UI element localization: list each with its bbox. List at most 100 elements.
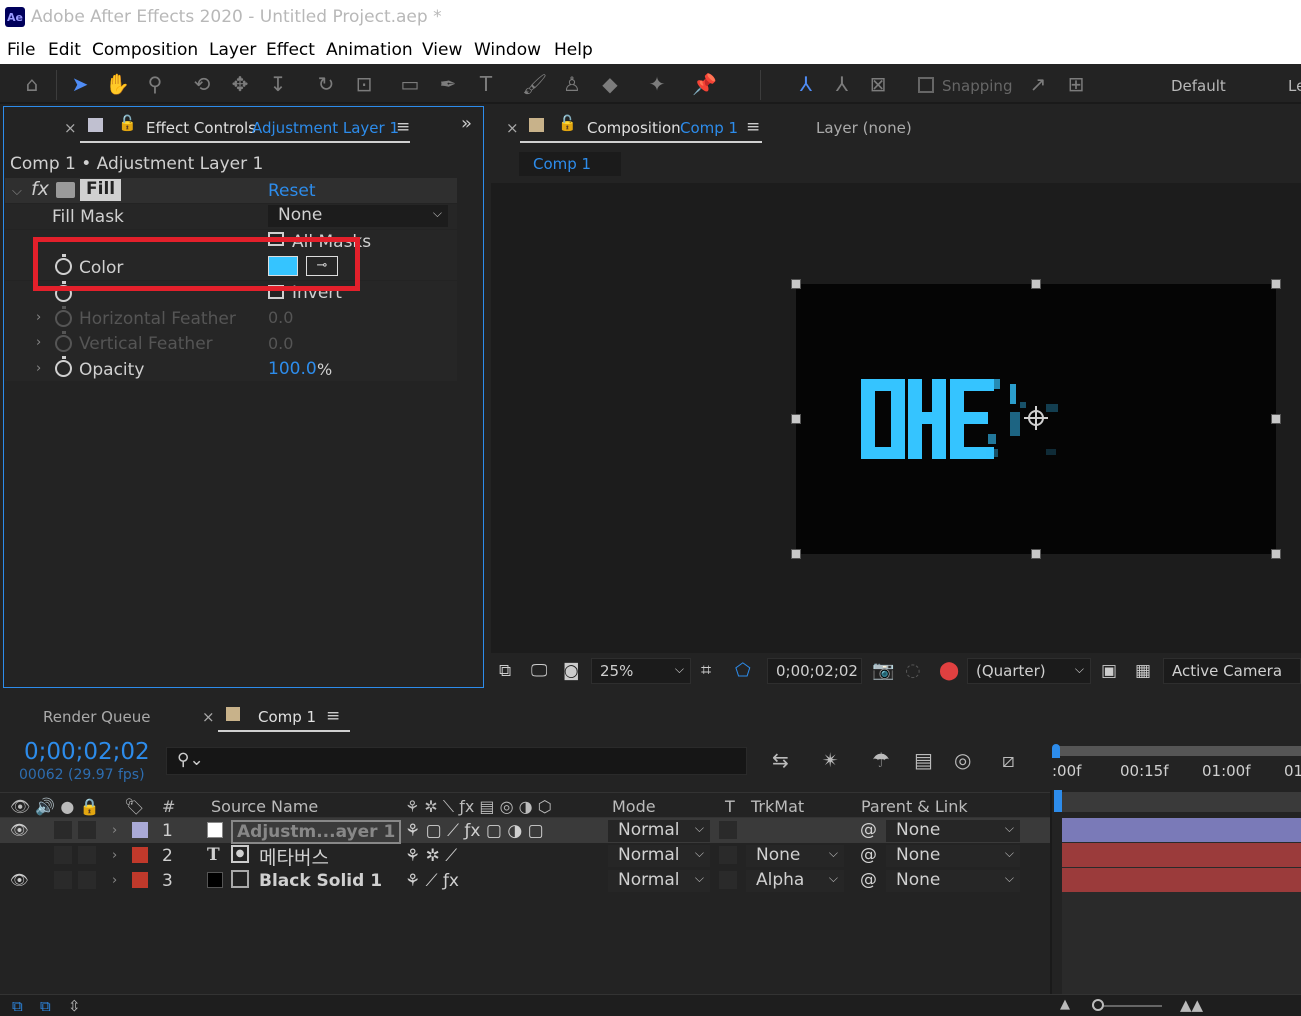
orbit-camera-icon[interactable]: ⟲ [190,74,214,94]
pen-tool-icon[interactable]: ✒ [436,74,460,94]
zoom-tool-icon[interactable]: ⚲ [143,74,167,94]
lock-icon[interactable]: 🔓 [118,114,137,132]
snapshot-camera-icon[interactable]: 📷 [872,660,894,681]
channel-color-icon[interactable]: ⬤ [939,660,959,681]
selection-tool-icon[interactable]: ➤ [68,74,92,94]
clone-stamp-tool-icon[interactable]: ♙ [560,74,584,94]
source-name-header[interactable]: Source Name [211,797,318,816]
graph-editor-icon[interactable]: ⧄ [1002,748,1015,772]
fx-toggle-icon[interactable]: fx [31,178,49,200]
layer-mode-dropdown[interactable]: Normal ⌵ [608,870,710,892]
collapse-chevron-icon[interactable]: ⌵ [12,184,22,199]
layer-switches[interactable]: ⚘ ⟋ ƒx [405,871,459,891]
layer-duration-bar[interactable] [1062,818,1301,842]
panel-overflow-icon[interactable]: » [461,113,472,134]
transform-handle-left[interactable] [791,414,801,424]
fill-mask-dropdown[interactable]: None ⌵ [268,205,448,227]
transfer-controls-toggle-icon[interactable]: ⧉ [40,997,51,1015]
rectangle-tool-icon[interactable]: ▭ [398,74,422,94]
audio-switch[interactable] [54,871,72,889]
preserve-transparency-switch[interactable] [719,846,737,864]
expand-chevron-icon[interactable]: › [112,873,117,888]
transform-handle-right[interactable] [1271,414,1281,424]
layer-label-color[interactable] [132,822,148,838]
composition-canvas[interactable] [796,284,1276,554]
zoom-slider-thumb[interactable] [1092,999,1104,1011]
expand-chevron-icon[interactable]: › [36,310,41,325]
draft-3d-icon[interactable]: ✴ [822,748,839,772]
transform-handle-top-left[interactable] [791,279,801,289]
time-ruler[interactable] [1052,742,1301,790]
layer-mode-dropdown[interactable]: Normal ⌵ [608,820,710,842]
menu-file[interactable]: File [7,40,35,60]
transform-handle-bottom-right[interactable] [1271,549,1281,559]
composition-mini-flowchart-icon[interactable]: ⇆ [772,748,789,772]
panel-menu-icon[interactable]: ≡ [746,117,760,137]
mask-visibility-icon[interactable]: ⬠ [735,660,751,681]
brush-tool-icon[interactable]: 🖌 [522,74,547,94]
always-preview-icon[interactable]: ⧉ [499,661,511,681]
layer-name[interactable]: Black Solid 1 [259,871,382,891]
layer-label-color[interactable] [132,847,148,863]
layer-panel-tab[interactable]: Layer (none) [816,119,912,137]
opacity-stopwatch-icon[interactable] [55,356,72,377]
preserve-transparency-switch[interactable] [719,821,737,839]
render-queue-tab[interactable]: Render Queue [43,708,150,726]
menu-help[interactable]: Help [554,40,593,60]
show-snapshot-icon[interactable]: ◌ [905,660,921,681]
transform-handle-bottom[interactable] [1031,549,1041,559]
zoom-in-icon[interactable]: ▲▲ [1180,996,1203,1014]
resolution-dropdown[interactable]: (Quarter) ⌵ [967,658,1091,684]
expand-chevron-icon[interactable]: › [36,335,41,350]
layer-switches[interactable]: ⚘ ▢ ⟋ ƒx ▢ ◑ ▢ [405,821,544,841]
local-axis-mode-icon[interactable]: ⅄ [794,74,818,94]
layer-name[interactable]: Adjustm...ayer 1 [231,820,402,844]
rotation-tool-icon[interactable]: ↻ [314,74,338,94]
region-of-interest-icon[interactable]: ▣ [1101,661,1117,681]
lock-icon[interactable]: 🔓 [558,114,577,132]
layer-mode-dropdown[interactable]: Normal ⌵ [608,845,710,867]
layer-duration-bar[interactable] [1062,843,1301,867]
close-tab-icon[interactable]: × [506,119,519,137]
zoom-out-icon[interactable]: ▲ [1060,997,1070,1012]
opacity-value[interactable]: 100.0 [268,359,317,379]
reset-link[interactable]: Reset [268,181,316,201]
fill-effect-name[interactable]: Fill [80,179,122,201]
shy-layers-icon[interactable]: ☂ [872,748,890,772]
monitor-icon[interactable]: 🖵 [531,661,547,681]
expand-chevron-icon[interactable]: › [36,361,41,376]
workspace-next[interactable]: Le [1288,77,1301,95]
panel-menu-icon[interactable]: ≡ [326,706,340,726]
composition-tab-label[interactable]: Composition [587,119,681,137]
pan-behind-tool-icon[interactable]: ⊡ [352,74,376,94]
pick-whip-icon[interactable]: @ [860,870,877,890]
comp-navigator-tab[interactable]: Comp 1 [519,152,621,176]
menu-view[interactable]: View [422,40,462,60]
lock-switch[interactable] [78,871,96,889]
transform-handle-top[interactable] [1031,279,1041,289]
pick-whip-icon[interactable]: @ [860,820,877,840]
eye-icon[interactable]: 👁 [10,821,29,839]
close-tab-icon[interactable]: × [202,708,215,726]
dolly-camera-icon[interactable]: ↧ [266,74,290,94]
parent-dropdown[interactable]: None ⌵ [886,870,1020,892]
magnification-dropdown[interactable]: 25% ⌵ [591,658,691,684]
roto-brush-tool-icon[interactable]: ✦ [645,74,669,94]
menu-composition[interactable]: Composition [92,40,198,60]
layer-switches[interactable]: ⚘ ✲ ⟋ [405,846,457,866]
effect-preset-icon[interactable] [56,182,75,198]
layer-duration-bar[interactable] [1062,868,1301,892]
view-axis-mode-icon[interactable]: ⊠ [866,74,890,94]
type-tool-icon[interactable]: T [474,74,498,94]
vr-goggles-icon[interactable]: ◙ [563,661,580,681]
camera-view-dropdown[interactable]: Active Camera [1163,658,1301,684]
menu-effect[interactable]: Effect [266,40,315,60]
effect-controls-tab-label[interactable]: Effect Controls [146,119,256,137]
layer-switches-toggle-icon[interactable]: ⧉ [12,997,23,1015]
preserve-transparency-switch[interactable] [719,871,737,889]
lock-switch[interactable] [78,821,96,839]
grid-guides-icon[interactable]: ⌗ [701,660,711,681]
work-area-bar[interactable] [1057,746,1301,756]
trkmat-dropdown[interactable]: None ⌵ [746,845,844,867]
snapping-checkbox[interactable] [918,77,934,93]
